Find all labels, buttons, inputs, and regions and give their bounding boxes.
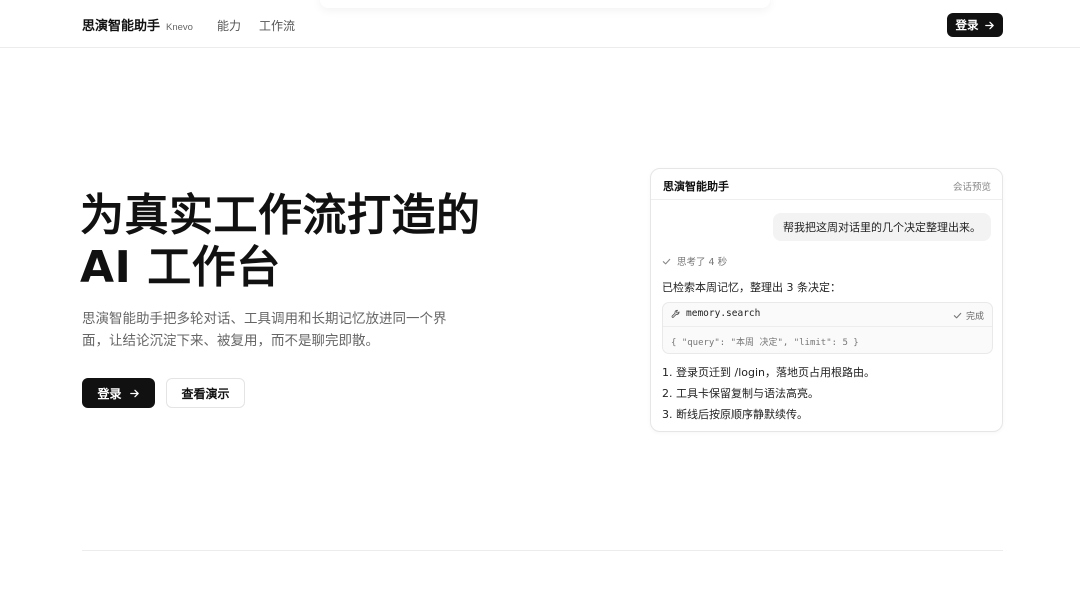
view-demo-label: 查看演示	[181, 386, 230, 401]
tool-call-status: 完成	[953, 309, 984, 322]
assistant-reply-lead: 已检索本周记忆，整理出 3 条决定：	[662, 281, 841, 294]
view-demo-button[interactable]: 查看演示	[166, 378, 245, 408]
brand-logo[interactable]: 思演智能助手 Knevo	[82, 15, 193, 34]
chat-preview-card: 思演智能助手 会话预览 帮我把这周对话里的几个决定整理出来。 思考了 4 秒 已…	[650, 168, 1003, 432]
tool-call-header: memory.search 完成	[663, 303, 992, 327]
hero-title-line-1: 为真实工作流打造的	[80, 190, 481, 241]
tool-call-status-text: 完成	[965, 312, 984, 322]
decision-item: 2. 工具卡保留复制与语法高亮。	[662, 387, 819, 400]
nav-link-workflow[interactable]: 工作流	[259, 17, 295, 34]
chat-card-tag: 会话预览	[952, 182, 991, 193]
tool-call-name-text: memory.search	[686, 308, 761, 319]
chat-card-header: 思演智能助手 会话预览	[651, 169, 1002, 200]
nav-login-button[interactable]: 登录	[947, 13, 1003, 37]
hero-login-label: 登录	[97, 386, 122, 401]
brand-subtitle: Knevo	[166, 22, 193, 33]
hero-title: 为真实工作流打造的 AI 工作台	[80, 190, 481, 294]
tool-call-name: memory.search	[671, 308, 760, 319]
tool-call-args: { "query": "本周 决定", "limit": 5 }	[671, 338, 859, 348]
hero-description: 思演智能助手把多轮对话、工具调用和长期记忆放进同一个界面，让结论沉淀下来、被复用…	[82, 311, 447, 349]
thinking-text: 思考了 4 秒	[677, 257, 728, 268]
chat-card-title: 思演智能助手	[663, 180, 729, 193]
nav-decorative-glow	[320, 0, 770, 8]
hero-login-button[interactable]: 登录	[82, 378, 155, 408]
thinking-indicator[interactable]: 思考了 4 秒	[662, 254, 727, 268]
decision-item: 3. 断线后按原顺序静默续传。	[662, 408, 808, 421]
nav-link-capabilities[interactable]: 能力	[217, 17, 241, 34]
user-message-text: 帮我把这周对话里的几个决定整理出来。	[783, 221, 981, 234]
hero-title-line-2: AI 工作台	[80, 242, 281, 293]
arrow-right-icon	[984, 21, 994, 29]
tool-call-card[interactable]: memory.search 完成 { "query": "本周 决定", "li…	[662, 302, 993, 354]
decision-list: 1. 登录页迁到 /login，落地页占用根路由。 2. 工具卡保留复制与语法高…	[662, 362, 875, 425]
nav-login-label: 登录	[955, 18, 979, 32]
brand-name: 思演智能助手	[82, 19, 161, 34]
arrow-right-icon	[129, 389, 139, 397]
wrench-icon	[671, 309, 680, 318]
decision-item: 1. 登录页迁到 /login，落地页占用根路由。	[662, 366, 875, 379]
section-divider	[82, 550, 1003, 551]
user-message-bubble: 帮我把这周对话里的几个决定整理出来。	[773, 213, 991, 241]
check-icon	[953, 312, 962, 319]
top-nav: 思演智能助手 Knevo 能力 工作流 登录	[0, 0, 1080, 48]
check-icon	[662, 258, 671, 264]
